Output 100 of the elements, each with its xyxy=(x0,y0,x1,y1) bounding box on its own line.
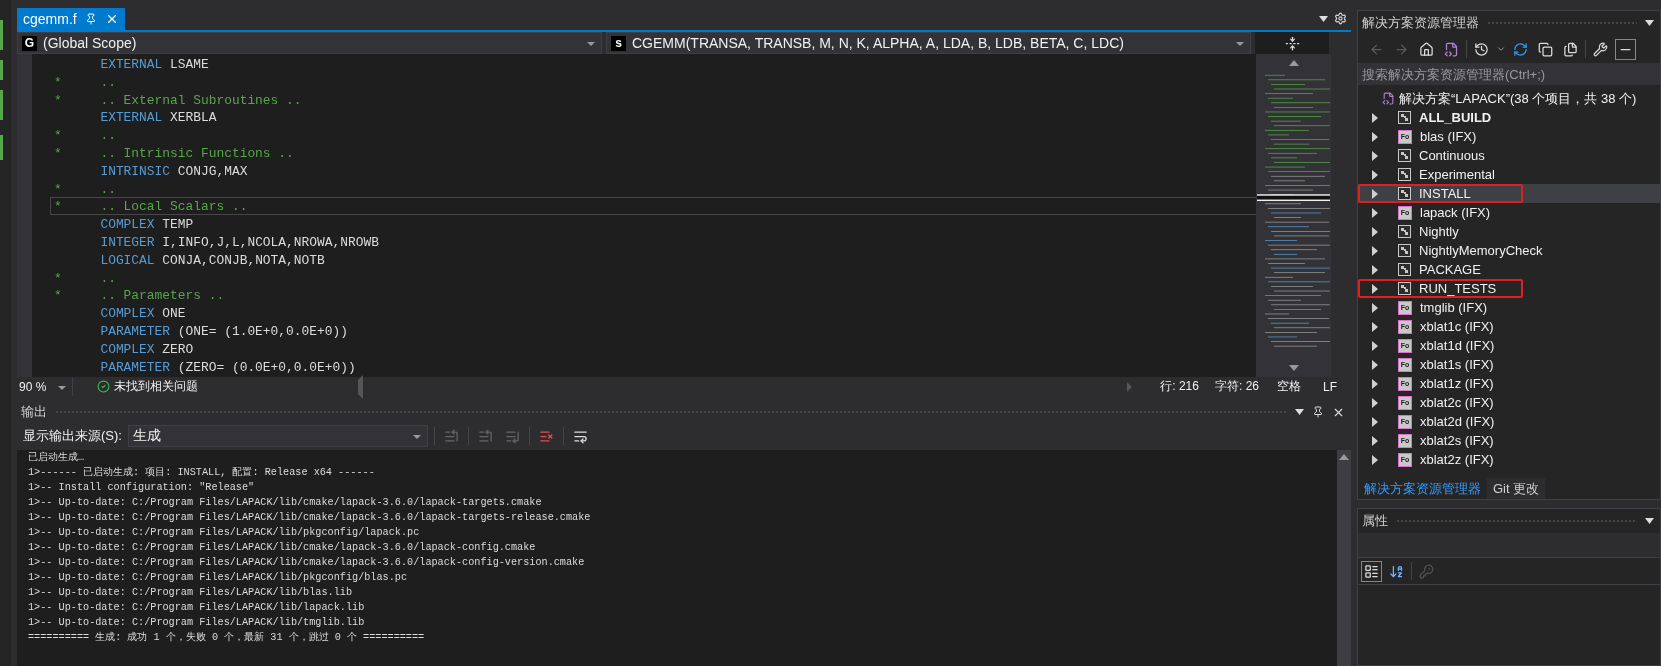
code-line: INTEGER I,INFO,J,L,NCOLA,NROWA,NROWB xyxy=(99,233,380,251)
scope-badge: G xyxy=(22,35,37,51)
code-line: LOGICAL CONJA,CONJB,NOTA,NOTB xyxy=(99,251,326,269)
expand-icon[interactable] xyxy=(1372,435,1378,446)
project-name: NightlyMemoryCheck xyxy=(1419,243,1543,258)
check-icon xyxy=(97,380,110,393)
expand-icon[interactable] xyxy=(1372,150,1378,161)
project-icon xyxy=(1398,168,1411,181)
indent-mode[interactable]: 空格 xyxy=(1277,378,1301,395)
tree-item[interactable]: RUN_TESTS xyxy=(1358,279,1660,298)
output-line: 1>-- Up-to-date: C:/Program Files/LAPACK/lib/blas.lib xyxy=(28,586,353,600)
output-line: 1>------ 已启动生成: 项目: INSTALL, 配置: Release x64 ------ xyxy=(28,465,376,480)
scrollbar[interactable] xyxy=(1337,450,1351,666)
tree-item[interactable]: PACKAGE xyxy=(1358,260,1660,279)
panel-title: 输出 xyxy=(21,403,47,421)
tree-item[interactable]: Continuous xyxy=(1358,146,1660,165)
solution-icon xyxy=(1382,92,1395,105)
expand-icon[interactable] xyxy=(1372,207,1378,218)
code-line: COMPLEX ZERO xyxy=(99,340,195,358)
caret-icon[interactable] xyxy=(1645,518,1654,524)
settings-icon[interactable] xyxy=(1334,12,1347,25)
source-dropdown[interactable]: 生成 xyxy=(127,425,428,447)
project-name: RUN_TESTS xyxy=(1419,281,1497,296)
solution-label[interactable]: 解决方案“LAPACK”(38 个项目，共 38 个) xyxy=(1399,89,1637,108)
tree-item[interactable]: NightlyMemoryCheck xyxy=(1358,241,1660,260)
expand-icon[interactable] xyxy=(1372,454,1378,465)
line-ending[interactable]: LF xyxy=(1323,379,1337,394)
project-name: tmglib (IFX) xyxy=(1420,300,1488,315)
member-badge: s xyxy=(611,35,626,51)
column-number[interactable]: 字符: 26 xyxy=(1214,378,1259,395)
search-field[interactable]: 搜索解决方案资源管理器(Ctrl+;) xyxy=(1358,63,1660,85)
output-line: 1>-- Install configuration: "Release" xyxy=(28,481,256,495)
minus-icon[interactable] xyxy=(1615,38,1636,60)
project-name: xblat1s (IFX) xyxy=(1420,357,1494,372)
member-dropdown[interactable]: s CGEMM(TRANSA, TRANSB, M, N, K, ALPHA, A, LDA, B, LDB, BETA, C, LDC) xyxy=(606,32,1251,54)
project-name: PACKAGE xyxy=(1419,262,1481,277)
issues-status[interactable]: 未找到相关问题 xyxy=(114,378,198,395)
expand-icon[interactable] xyxy=(1372,131,1378,142)
output-line: 1>-- Up-to-date: C:/Program Files/LAPACK/lib/cmake/lapack-3.6.0/lapack-config.cmake xyxy=(28,541,537,555)
pin-icon[interactable] xyxy=(84,13,97,25)
tree-item[interactable]: Nightly xyxy=(1358,222,1660,241)
expand-icon[interactable] xyxy=(1372,302,1378,313)
expand-icon[interactable] xyxy=(1372,416,1378,427)
project-name: INSTALL xyxy=(1419,186,1471,201)
expand-icon[interactable] xyxy=(1372,321,1378,332)
expand-icon[interactable] xyxy=(1372,283,1378,294)
scope-dropdown[interactable]: G (Global Scope) xyxy=(17,32,602,54)
expand-icon[interactable] xyxy=(1372,112,1378,123)
caret-icon[interactable] xyxy=(1645,20,1654,26)
output-line: ========== 生成: 成功 1 个，失败 0 个，最新 31 个，跳过 0 个 ========== xyxy=(28,630,426,645)
code-line: * .. Local Scalars .. xyxy=(50,197,1256,216)
code-line: * .. Parameters .. xyxy=(53,287,226,305)
tree-item[interactable]: Experimental xyxy=(1358,165,1660,184)
project-icon xyxy=(1398,111,1411,124)
code-line: PARAMETER (ONE= (1.0E+0,0.0E+0)) xyxy=(99,322,349,340)
project-name: Nightly xyxy=(1419,224,1459,239)
caret-icon xyxy=(1236,42,1244,46)
project-name: xblat2c (IFX) xyxy=(1420,395,1494,410)
project-icon xyxy=(1398,244,1411,257)
split-button[interactable] xyxy=(1255,32,1329,54)
expand-icon[interactable] xyxy=(1372,226,1378,237)
expand-icon[interactable] xyxy=(1372,359,1378,370)
line-number[interactable]: 行: 216 xyxy=(1160,378,1199,395)
tree-item[interactable]: ALL_BUILD xyxy=(1358,108,1660,127)
panel-title: 属性 xyxy=(1362,512,1388,530)
output-line: 1>-- Up-to-date: C:/Program Files/LAPACK/lib/cmake/lapack-3.6.0/lapack-config-version.cmake xyxy=(28,556,586,570)
scroll-down-icon[interactable] xyxy=(1288,365,1299,371)
expand-icon[interactable] xyxy=(1372,340,1378,351)
source-label: 显示输出来源(S): xyxy=(23,427,122,445)
caret-icon xyxy=(587,42,595,46)
project-name: xblat2s (IFX) xyxy=(1420,433,1494,448)
document-tab[interactable]: cgemm.f xyxy=(17,8,125,30)
code-line: INTRINSIC CONJG,MAX xyxy=(99,162,249,180)
expand-icon[interactable] xyxy=(1372,245,1378,256)
list-icon[interactable] xyxy=(1361,560,1382,582)
pin-icon[interactable] xyxy=(1312,406,1324,418)
project-name: ALL_BUILD xyxy=(1419,110,1492,125)
project-name: xblat1z (IFX) xyxy=(1420,376,1494,391)
expand-icon[interactable] xyxy=(1372,397,1378,408)
code-line: * .. xyxy=(53,269,117,287)
code-line: EXTERNAL LSAME xyxy=(99,56,210,73)
output-line: 1>-- Up-to-date: C:/Program Files/LAPACK/lib/pkgconfig/lapack.pc xyxy=(28,526,421,540)
caret-icon[interactable] xyxy=(1295,409,1304,415)
project-name: Continuous xyxy=(1419,148,1485,163)
expand-icon[interactable] xyxy=(1372,264,1378,275)
project-name: blas (IFX) xyxy=(1420,129,1477,144)
panel-tab[interactable]: Git 更改 xyxy=(1487,478,1546,499)
project-name: xblat2d (IFX) xyxy=(1420,414,1495,429)
tree-item[interactable]: INSTALL xyxy=(1358,184,1660,203)
scroll-up-icon[interactable] xyxy=(1288,60,1299,66)
caret-icon[interactable] xyxy=(1319,15,1328,22)
zoom-dropdown[interactable]: 90 % xyxy=(17,377,73,396)
expand-icon[interactable] xyxy=(1372,378,1378,389)
project-name: Experimental xyxy=(1419,167,1495,182)
project-icon xyxy=(1398,282,1411,295)
project-icon xyxy=(1398,225,1411,238)
panel-title: 解决方案资源管理器 xyxy=(1362,14,1479,32)
expand-icon[interactable] xyxy=(1372,188,1378,199)
project-icon xyxy=(1398,263,1411,276)
expand-icon[interactable] xyxy=(1372,169,1378,180)
